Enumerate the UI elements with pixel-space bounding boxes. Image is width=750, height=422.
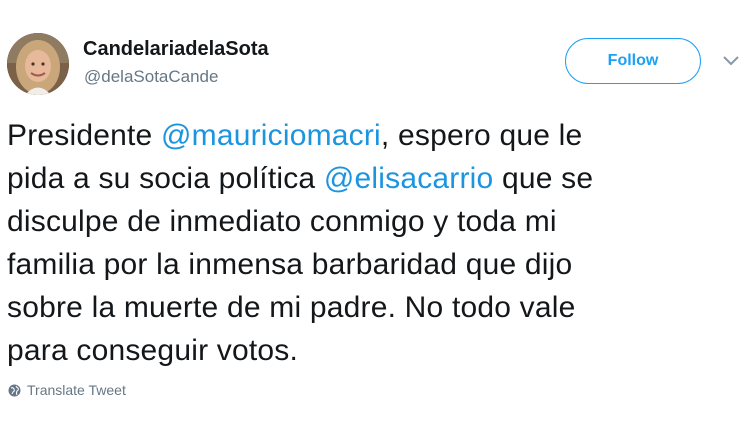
tweet-line: sobre la muerte de mi padre. No todo val… <box>7 286 707 329</box>
avatar[interactable] <box>7 33 69 95</box>
mention-link[interactable]: @elisacarrio <box>324 162 494 195</box>
tweet-text: Presidente @mauriciomacri, espero que le… <box>7 114 707 372</box>
follow-button[interactable]: Follow <box>565 38 701 84</box>
tweet-card: CandelariadelaSota @delaSotaCande Follow… <box>0 0 750 422</box>
tweet-text-segment: , espero que le <box>380 119 583 152</box>
tweet-line: para conseguir votos. <box>7 329 707 372</box>
tweet-line: pida a su socia política @elisacarrio qu… <box>7 157 707 200</box>
chevron-down-icon[interactable] <box>722 55 740 67</box>
translate-tweet-label: Translate Tweet <box>27 382 126 398</box>
tweet-text-segment: para conseguir votos. <box>7 334 299 367</box>
tweet-text-segment: disculpe de inmediato conmigo y toda mi <box>7 205 557 238</box>
tweet-text-segment: Presidente <box>7 119 161 152</box>
avatar-image <box>7 33 69 95</box>
tweet-text-segment: sobre la muerte de mi padre. No todo val… <box>7 291 576 324</box>
translate-tweet-link[interactable]: Translate Tweet <box>8 382 126 398</box>
display-name[interactable]: CandelariadelaSota <box>83 38 269 61</box>
tweet-line: familia por la inmensa barbaridad que di… <box>7 243 707 286</box>
mention-link[interactable]: @mauriciomacri <box>161 119 381 152</box>
tweet-line: disculpe de inmediato conmigo y toda mi <box>7 200 707 243</box>
globe-icon <box>8 384 21 396</box>
tweet-text-segment: pida a su socia política <box>7 162 324 195</box>
user-handle[interactable]: @delaSotaCande <box>84 67 218 87</box>
tweet-line: Presidente @mauriciomacri, espero que le <box>7 114 707 157</box>
tweet-text-segment: que se <box>493 162 594 195</box>
tweet-text-segment: familia por la inmensa barbaridad que di… <box>7 248 573 281</box>
